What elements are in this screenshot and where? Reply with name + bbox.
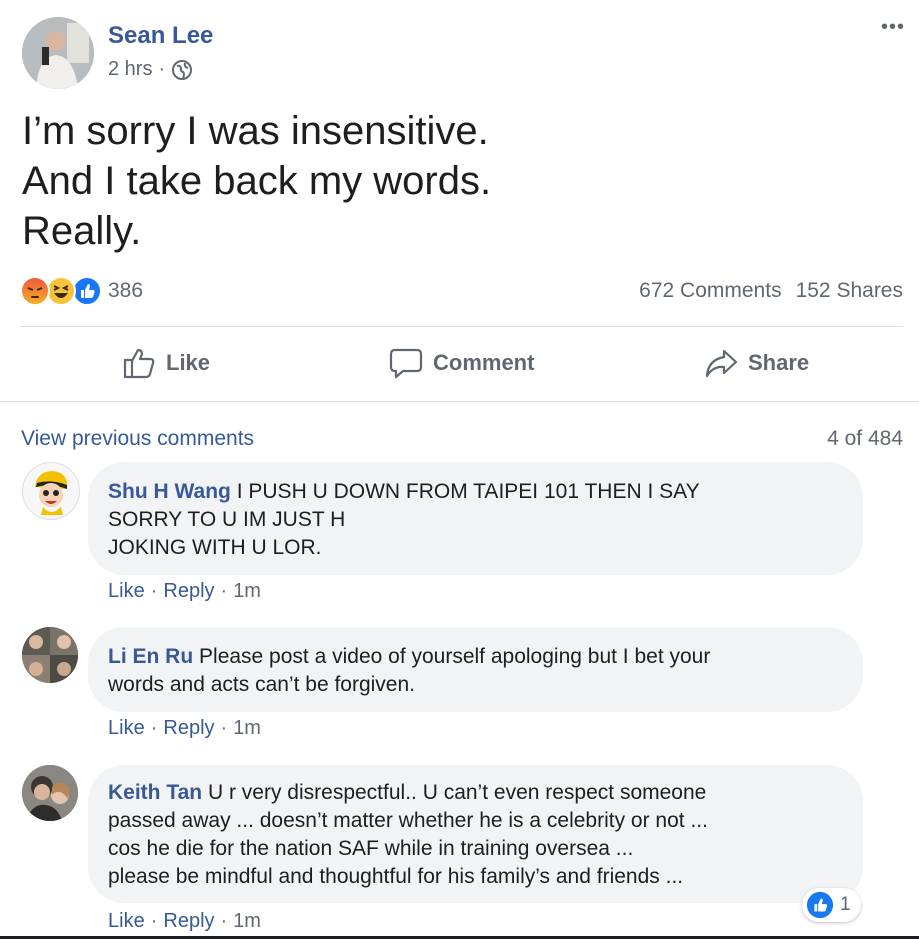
reaction-count[interactable]: 386 [108,279,143,303]
collage-photo [22,627,78,683]
shares-count[interactable]: 152 Shares [796,279,903,303]
comment-actions: Like · Reply · 1m [108,910,261,933]
angry-icon [20,276,50,306]
separator: · [150,717,158,739]
comment-time[interactable]: 1m [233,717,261,740]
share-icon [704,346,738,380]
comment-label: Comment [433,350,535,375]
haha-icon [46,276,76,306]
comment-author[interactable]: Keith Tan [108,781,202,804]
comment-bubble: Shu H Wang I PUSH U DOWN FROM TAIPEI 101… [88,462,863,575]
post-meta: 2 hrs · [108,58,193,81]
comment-line: Shu H Wang I PUSH U DOWN FROM TAIPEI 101… [108,478,843,506]
comment-author[interactable]: Shu H Wang [108,480,231,503]
comments-page-count: 4 of 484 [827,427,903,450]
like-label: Like [166,350,211,375]
meta-separator: · [158,58,166,80]
comment-bubble: Keith Tan U r very disrespectful.. U can… [88,765,863,903]
comment-like-link[interactable]: Like [108,580,145,603]
separator: · [220,580,228,602]
separator: · [220,910,228,932]
post-time[interactable]: 2 hrs [108,58,152,81]
person-photo [22,765,78,821]
commenter-avatar[interactable] [22,462,80,520]
comment-line: SORRY TO U IM JUST H [108,508,346,531]
like-button[interactable]: Like [122,346,210,380]
thumbs-up-icon [122,346,156,380]
post-line: I’m sorry I was insensitive. [22,109,489,153]
post-text: I’m sorry I was insensitive. And I take … [22,106,491,256]
separator: · [220,717,228,739]
view-previous-comments-link[interactable]: View previous comments [21,427,254,451]
cartoon-avatar-icon [23,463,79,519]
comment-author[interactable]: Li En Ru [108,645,193,668]
author-avatar[interactable] [22,17,94,89]
comment-line: cos he die for the nation SAF while in t… [108,837,634,860]
commenter-avatar[interactable] [22,627,78,683]
comment-text: U r very disrespectful.. U can’t even re… [207,781,707,804]
comment-icon [389,346,423,380]
stats-divider [20,326,903,327]
comment-reply-link[interactable]: Reply [163,580,214,603]
person-photo [22,17,94,89]
actions-divider [0,401,919,402]
comment-line: passed away ... doesn’t matter whether h… [108,809,708,832]
comment-actions: Like · Reply · 1m [108,717,261,740]
comment-line: JOKING WITH U LOR. [108,536,322,559]
share-button[interactable]: Share [704,346,809,380]
separator: · [150,580,158,602]
post-counts: 672 Comments 152 Shares [639,279,903,303]
commenter-avatar[interactable] [22,765,78,821]
comment-button[interactable]: Comment [389,346,534,380]
comment-text: Please post a video of yourself apologin… [199,645,711,668]
comment-line: Li En Ru Please post a video of yourself… [108,643,843,671]
comment-text: I PUSH U DOWN FROM TAIPEI 101 THEN I SAY [236,480,700,503]
comment-reaction-badge[interactable]: 1 [802,888,861,922]
post-line: Really. [22,209,142,253]
post-author[interactable]: Sean Lee [108,22,213,50]
more-options-icon[interactable]: ••• [881,16,905,39]
reaction-summary[interactable]: 386 [20,276,143,306]
comment-line: Keith Tan U r very disrespectful.. U can… [108,779,843,807]
comment-bubble: Li En Ru Please post a video of yourself… [88,627,863,712]
like-reaction-icon [72,276,102,306]
share-label: Share [748,350,810,375]
comment-line: please be mindful and thoughtful for his… [108,865,684,888]
comment-time[interactable]: 1m [233,580,261,603]
comment-time[interactable]: 1m [233,910,261,933]
globe-icon [171,59,193,81]
post-line: And I take back my words. [22,159,492,203]
comment-reaction-count: 1 [840,894,851,915]
separator: · [150,910,158,932]
comment-like-link[interactable]: Like [108,910,145,933]
comment-reply-link[interactable]: Reply [163,910,214,933]
like-reaction-icon [806,891,834,919]
comment-line: words and acts can’t be forgiven. [108,673,416,696]
comment-like-link[interactable]: Like [108,717,145,740]
comments-count[interactable]: 672 Comments [639,279,781,303]
comment-actions: Like · Reply · 1m [108,580,261,603]
comment-reply-link[interactable]: Reply [163,717,214,740]
